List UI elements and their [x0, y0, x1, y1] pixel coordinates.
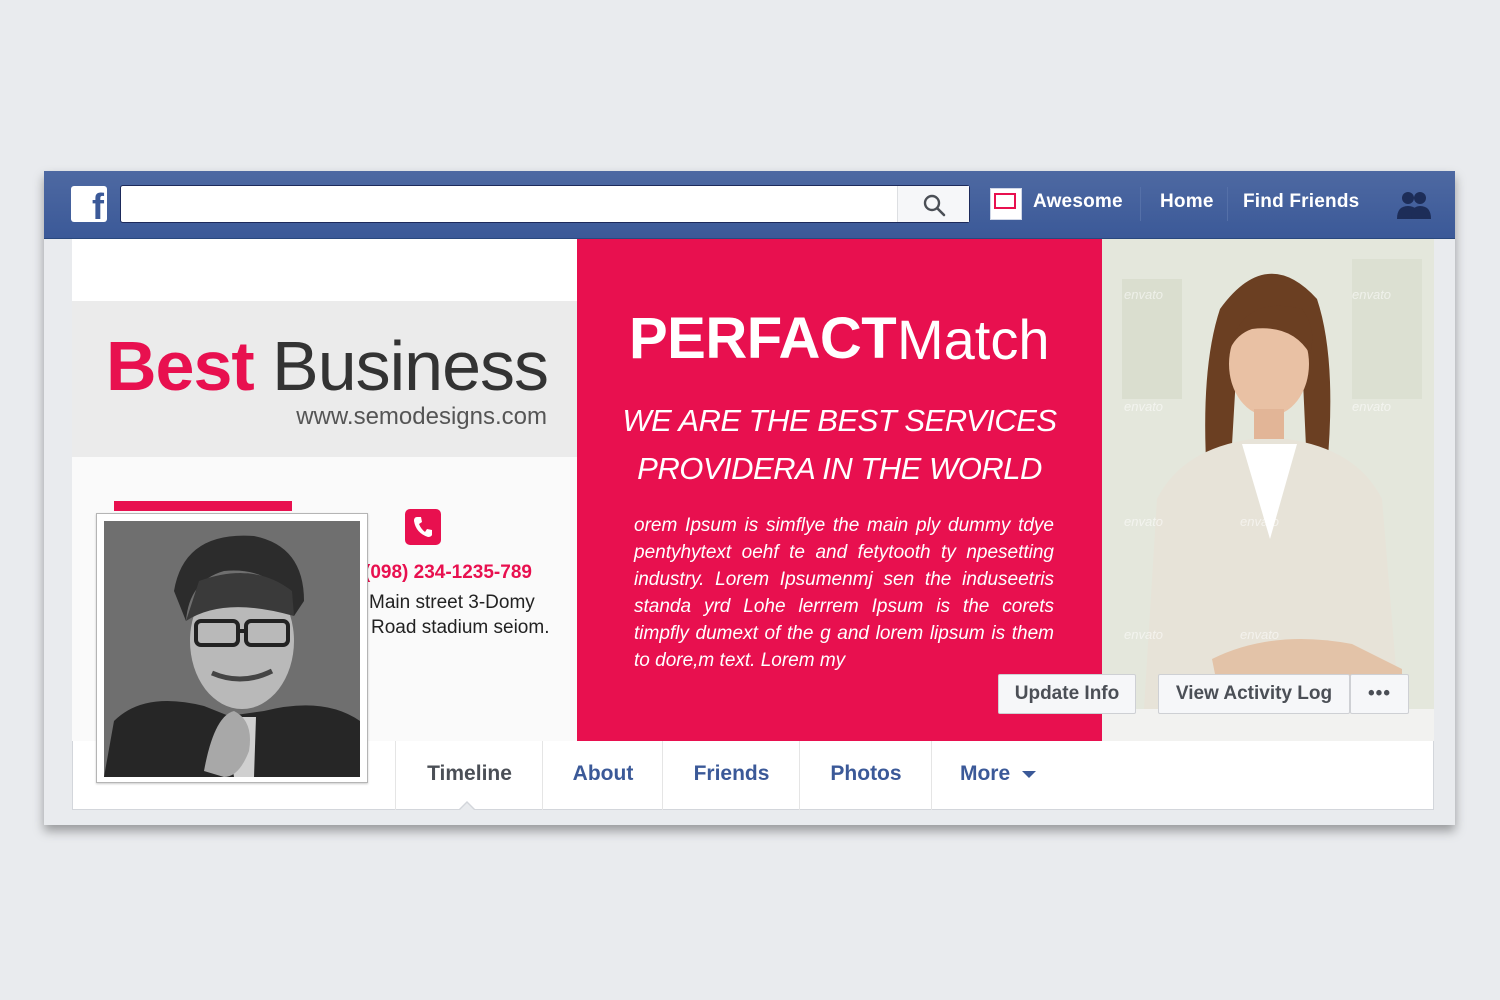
brand-band: Best Business www.semodesigns.com: [72, 301, 577, 457]
watermark: envato: [1124, 514, 1164, 529]
contact-phone: (098) 234-1235-789: [364, 562, 532, 583]
facebook-logo-letter: f: [92, 186, 104, 227]
search-button[interactable]: [897, 186, 969, 222]
promo-body-text: orem Ipsum is simflye the main ply dummy…: [634, 515, 1054, 671]
facebook-page-frame: f Awesome Home Find Friends Best Busines…: [44, 171, 1455, 825]
nav-profile-thumbnail[interactable]: [990, 188, 1022, 220]
tab-more[interactable]: More: [931, 741, 1064, 810]
tab-photos[interactable]: Photos: [799, 741, 932, 810]
tagline-line1: WE ARE THE BEST SERVICES: [622, 403, 1057, 438]
more-options-button[interactable]: •••: [1350, 674, 1409, 714]
tagline: WE ARE THE BEST SERVICES PROVIDERA IN TH…: [577, 397, 1102, 493]
tab-friends[interactable]: Friends: [662, 741, 800, 810]
watermark: envato: [1352, 287, 1392, 302]
businesswoman-illustration: [1102, 239, 1434, 741]
profile-accent-bar: [114, 501, 292, 511]
profile-picture[interactable]: [96, 513, 368, 783]
phone-icon: [405, 509, 441, 545]
headline-light: Match: [897, 308, 1050, 371]
profile-photo-man: [104, 521, 360, 777]
tagline-line2: PROVIDERA IN THE WORLD: [637, 451, 1042, 487]
update-info-button[interactable]: Update Info: [998, 674, 1136, 714]
nav-link-profile[interactable]: Awesome: [1033, 191, 1123, 213]
friends-icon[interactable]: [1394, 189, 1434, 221]
nav-link-find-friends[interactable]: Find Friends: [1243, 191, 1359, 213]
search-input[interactable]: [127, 190, 887, 218]
tab-about[interactable]: About: [542, 741, 663, 810]
tab-label: About: [572, 762, 634, 785]
view-activity-log-button[interactable]: View Activity Log: [1158, 674, 1350, 714]
cover-left-top-area: [72, 239, 577, 301]
brand-name-highlight: Best: [106, 327, 255, 405]
businesswoman-photo: envato envato envato envato envato envat…: [1102, 239, 1434, 741]
tab-label: Timeline: [427, 762, 512, 785]
headline-bold: PERFACT: [629, 306, 897, 371]
tab-label: Friends: [693, 762, 770, 785]
watermark: envato: [1240, 627, 1280, 642]
contact-address-line1: Main street 3-Domy: [369, 592, 535, 613]
watermark: envato: [1124, 287, 1164, 302]
watermark: envato: [1124, 627, 1164, 642]
facebook-logo-icon[interactable]: f: [71, 186, 107, 227]
tab-label: More: [959, 762, 1011, 785]
nav-divider: [1227, 187, 1228, 221]
nav-divider: [1140, 187, 1141, 221]
watermark: envato: [1240, 514, 1280, 529]
top-nav-bar: f Awesome Home Find Friends: [44, 171, 1455, 239]
brand-website: www.semodesigns.com: [296, 403, 547, 430]
search-box: [120, 185, 970, 223]
active-tab-caret-inner: [460, 803, 474, 810]
tab-timeline[interactable]: Timeline: [395, 741, 543, 810]
watermark: envato: [1124, 399, 1164, 414]
search-icon: [923, 194, 946, 217]
watermark: envato: [1352, 399, 1392, 414]
tab-label: Photos: [830, 762, 902, 785]
nav-link-home[interactable]: Home: [1160, 191, 1214, 213]
chevron-down-icon: [1022, 771, 1037, 779]
promo-panel: PERFACT Match WE ARE THE BEST SERVICES P…: [577, 239, 1102, 741]
contact-address-line2: Road stadium seiom.: [371, 617, 550, 638]
brand-name: Business: [272, 327, 549, 405]
